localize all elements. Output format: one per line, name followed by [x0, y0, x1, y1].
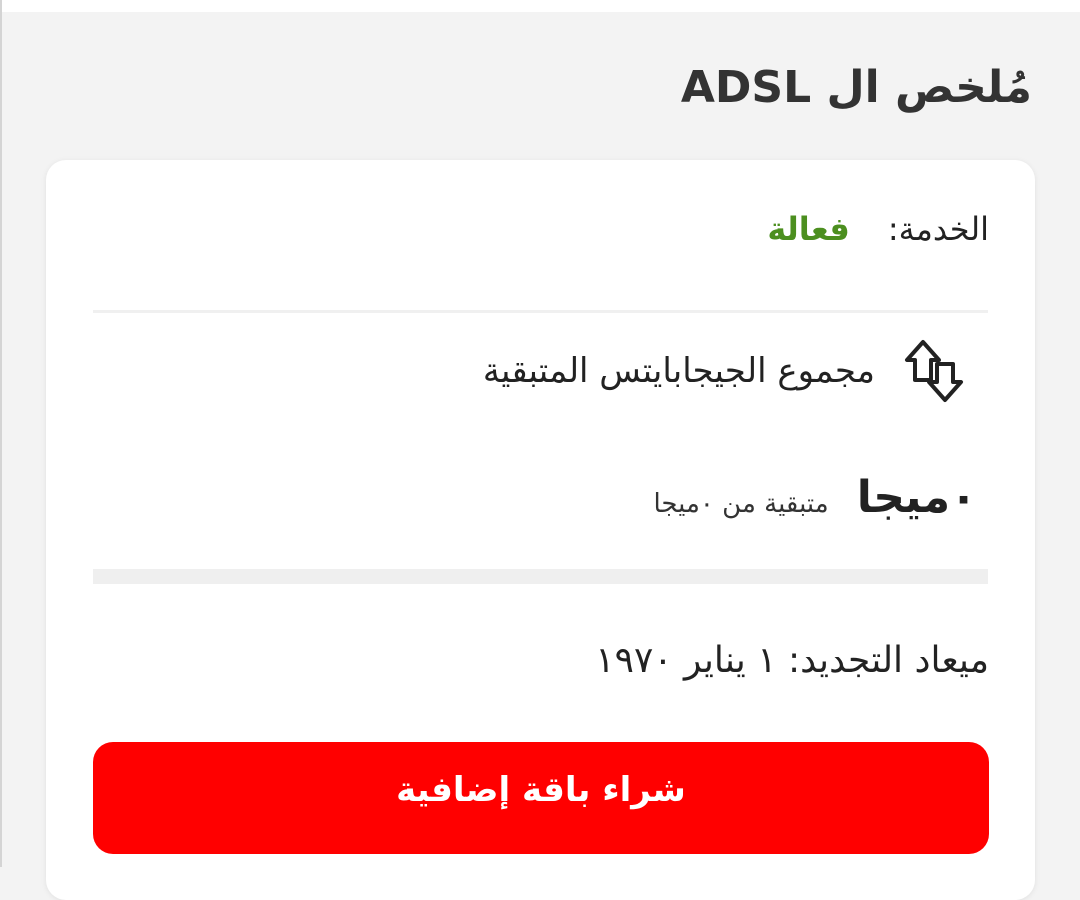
remaining-gigabytes-label: مجموع الجيجابايتس المتبقية — [482, 351, 875, 391]
top-strip — [0, 0, 1080, 12]
adsl-summary-card: الخدمة: فعالة مجموع الجيجابايتس المتبقية… — [46, 160, 1035, 900]
service-label: الخدمة: — [887, 210, 989, 248]
remaining-of-total: متبقية من ٠ميجا — [653, 489, 829, 519]
renewal-date: ميعاد التجديد: ١ يناير ١٩٧٠ — [595, 640, 989, 681]
section-divider — [93, 569, 988, 584]
remaining-amount: ٠ميجا — [856, 472, 977, 523]
page-title: مُلخص ال ADSL — [680, 62, 1032, 113]
remaining-gigabytes-row: مجموع الجيجابايتس المتبقية — [483, 338, 967, 404]
transfer-arrows-icon — [905, 340, 963, 402]
divider — [93, 310, 988, 313]
left-edge-divider — [0, 0, 2, 867]
usage-row: ٠ميجا متبقية من ٠ميجا — [653, 472, 977, 523]
service-status-value: فعالة — [767, 210, 850, 248]
buy-extra-package-button[interactable]: شراء باقة إضافية — [93, 742, 989, 854]
service-status-row: الخدمة: فعالة — [767, 210, 989, 248]
